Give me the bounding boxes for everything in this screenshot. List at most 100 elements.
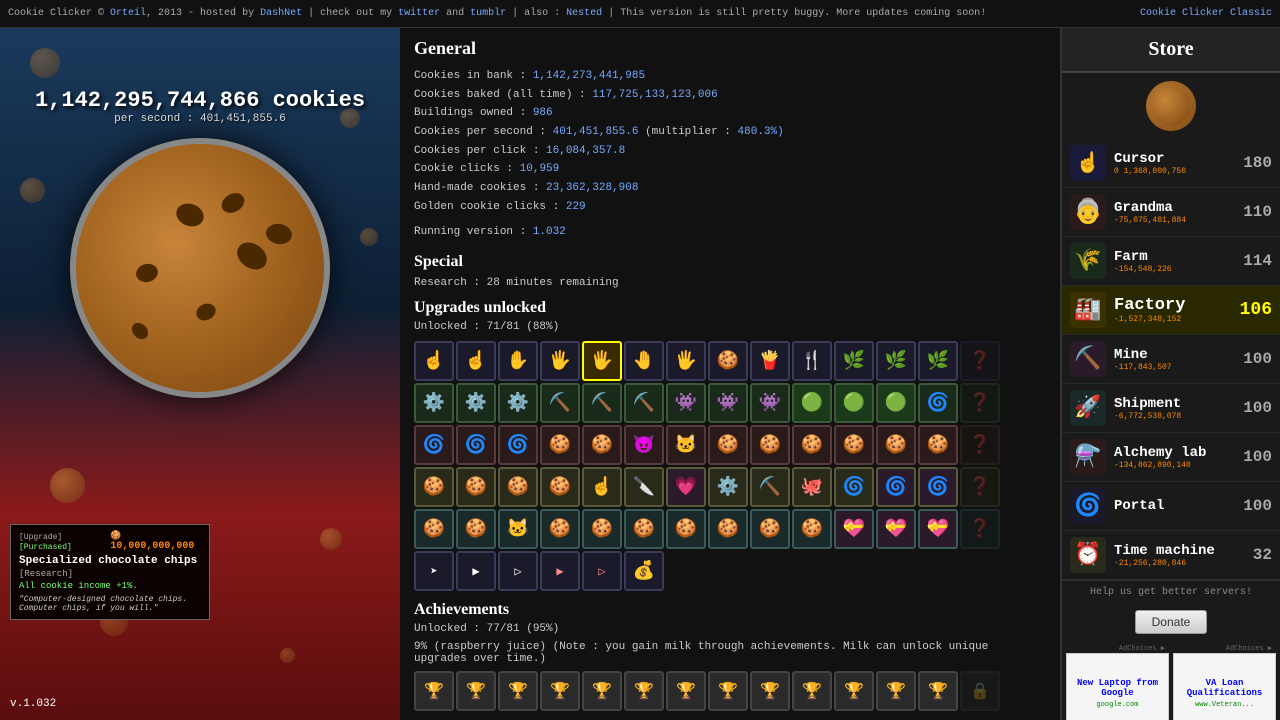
upgrade-cell[interactable]: 💝: [876, 509, 916, 549]
achievement-cell[interactable]: 🏆: [498, 671, 538, 711]
upgrade-cell[interactable]: 🌿: [876, 341, 916, 381]
orteil-link[interactable]: Orteil: [110, 8, 146, 19]
achievement-cell[interactable]: 🏆: [666, 671, 706, 711]
ad2-box[interactable]: VA Loan Qualifications www.Veteran...: [1173, 653, 1276, 720]
upgrade-cell[interactable]: 🍪: [750, 509, 790, 549]
upgrade-cell[interactable]: 🍪: [666, 509, 706, 549]
upgrade-cell[interactable]: 🤚: [624, 341, 664, 381]
upgrade-cell[interactable]: ➤: [414, 551, 454, 591]
cookie-wrapper[interactable]: [70, 138, 330, 398]
upgrade-cell[interactable]: ✋: [498, 341, 538, 381]
upgrade-cell[interactable]: 🍪: [456, 509, 496, 549]
upgrade-cell[interactable]: 😈: [624, 425, 664, 465]
upgrade-cell[interactable]: 🍪: [708, 341, 748, 381]
donate-button[interactable]: Donate: [1135, 610, 1208, 634]
upgrade-cell[interactable]: 🍟: [750, 341, 790, 381]
upgrade-cell[interactable]: 🍪: [792, 425, 832, 465]
upgrade-cell-current[interactable]: 🖐️: [582, 341, 622, 381]
upgrade-cell[interactable]: 🍪: [708, 425, 748, 465]
upgrade-cell[interactable]: 🌀: [918, 383, 958, 423]
upgrade-cell[interactable]: 🍪: [540, 509, 580, 549]
upgrade-cell[interactable]: ❓: [960, 383, 1000, 423]
upgrade-cell[interactable]: ☝️: [582, 467, 622, 507]
big-cookie[interactable]: [70, 138, 330, 398]
upgrade-cell[interactable]: 🍪: [876, 425, 916, 465]
upgrade-cell[interactable]: 🌿: [834, 341, 874, 381]
upgrade-cell[interactable]: 🌀: [498, 425, 538, 465]
upgrade-cell[interactable]: 🔪: [624, 467, 664, 507]
upgrade-cell[interactable]: 🍪: [414, 509, 454, 549]
store-item-grandma[interactable]: 👵 Grandma -75,075,401,884 110: [1062, 188, 1280, 237]
store-item-mine[interactable]: ⛏️ Mine -117,843,507 100: [1062, 335, 1280, 384]
upgrade-cell[interactable]: 🍪: [498, 467, 538, 507]
upgrade-cell[interactable]: 🍪: [624, 509, 664, 549]
upgrade-cell[interactable]: 🟢: [876, 383, 916, 423]
upgrade-cell[interactable]: 💗: [666, 467, 706, 507]
upgrade-cell[interactable]: ⚙️: [708, 467, 748, 507]
store-item-cursor[interactable]: ☝️ Cursor 0 1,368,000,750 180: [1062, 139, 1280, 188]
store-item-farm[interactable]: 🌾 Farm -154,548,226 114: [1062, 237, 1280, 286]
achievement-cell[interactable]: 🏆: [624, 671, 664, 711]
tumblr-link[interactable]: tumblr: [470, 8, 506, 19]
upgrade-cell[interactable]: 🌀: [456, 425, 496, 465]
upgrade-cell[interactable]: 🍴: [792, 341, 832, 381]
classic-link[interactable]: Cookie Clicker Classic: [1140, 8, 1272, 19]
upgrade-cell[interactable]: 🌿: [918, 341, 958, 381]
upgrade-cell[interactable]: 🍪: [582, 509, 622, 549]
upgrade-cell[interactable]: 💰: [624, 551, 664, 591]
upgrade-cell[interactable]: 🐙: [792, 467, 832, 507]
upgrade-cell[interactable]: 👾: [750, 383, 790, 423]
upgrade-cell[interactable]: ⚙️: [414, 383, 454, 423]
upgrade-cell[interactable]: 🍪: [834, 425, 874, 465]
achievement-cell[interactable]: 🏆: [414, 671, 454, 711]
upgrade-cell[interactable]: ⛏️: [582, 383, 622, 423]
upgrade-cell[interactable]: 🐱: [666, 425, 706, 465]
upgrade-cell[interactable]: 👾: [666, 383, 706, 423]
upgrade-cell[interactable]: ▶: [456, 551, 496, 591]
achievement-cell[interactable]: 🏆: [456, 671, 496, 711]
upgrade-cell[interactable]: 🍪: [792, 509, 832, 549]
upgrade-cell[interactable]: 🍪: [414, 467, 454, 507]
twitter-link[interactable]: twitter: [398, 8, 440, 19]
upgrade-cell[interactable]: 🌀: [834, 467, 874, 507]
achievement-cell[interactable]: 🏆: [708, 671, 748, 711]
achievement-cell[interactable]: 🏆: [792, 671, 832, 711]
upgrade-cell[interactable]: 🟢: [792, 383, 832, 423]
upgrade-cell[interactable]: 🍪: [456, 467, 496, 507]
upgrade-cell[interactable]: 🟢: [834, 383, 874, 423]
upgrade-cell[interactable]: 🌀: [876, 467, 916, 507]
upgrade-cell[interactable]: ❓: [960, 341, 1000, 381]
achievement-cell[interactable]: 🏆: [918, 671, 958, 711]
upgrade-cell[interactable]: 🍪: [750, 425, 790, 465]
upgrade-cell[interactable]: ⚙️: [456, 383, 496, 423]
upgrade-cell[interactable]: ⛏️: [540, 383, 580, 423]
upgrade-cell[interactable]: ▷: [582, 551, 622, 591]
upgrade-cell[interactable]: 🍪: [540, 425, 580, 465]
upgrade-cell[interactable]: 👾: [708, 383, 748, 423]
achievement-cell[interactable]: 🏆: [540, 671, 580, 711]
upgrade-cell[interactable]: 🍪: [540, 467, 580, 507]
achievement-cell[interactable]: 🏆: [750, 671, 790, 711]
achievement-cell[interactable]: 🏆: [876, 671, 916, 711]
upgrade-cell[interactable]: ❓: [960, 425, 1000, 465]
upgrade-cell[interactable]: ☝️: [456, 341, 496, 381]
upgrade-cell[interactable]: ▶: [540, 551, 580, 591]
dashnet-link[interactable]: DashNet: [260, 8, 302, 19]
upgrade-cell[interactable]: ❓: [960, 467, 1000, 507]
upgrade-cell[interactable]: 🖐️: [666, 341, 706, 381]
upgrade-cell[interactable]: 💝: [834, 509, 874, 549]
store-item-shipment[interactable]: 🚀 Shipment -6,772,538,078 100: [1062, 384, 1280, 433]
store-item-factory[interactable]: 🏭 Factory -1,527,348,152 106: [1062, 286, 1280, 335]
upgrade-cell[interactable]: ▷: [498, 551, 538, 591]
upgrade-cell[interactable]: 🖐️: [540, 341, 580, 381]
achievement-cell[interactable]: 🏆: [834, 671, 874, 711]
upgrade-cell[interactable]: ☝️: [414, 341, 454, 381]
upgrade-cell[interactable]: ⛏️: [624, 383, 664, 423]
upgrade-cell[interactable]: 🍪: [918, 425, 958, 465]
ad1-box[interactable]: New Laptop from Google google.com: [1066, 653, 1169, 720]
upgrade-cell[interactable]: 💝: [918, 509, 958, 549]
upgrade-cell[interactable]: ⛏️: [750, 467, 790, 507]
upgrade-cell[interactable]: ❓: [960, 509, 1000, 549]
store-item-time-machine[interactable]: ⏰ Time machine -21,256,280,846 32: [1062, 531, 1280, 580]
upgrade-cell[interactable]: 🐱: [498, 509, 538, 549]
